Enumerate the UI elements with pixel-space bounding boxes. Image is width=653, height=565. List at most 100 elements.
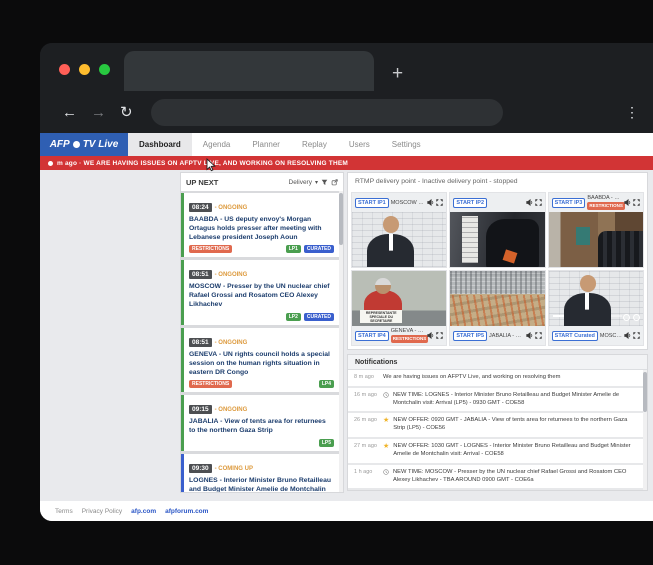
close-window-button[interactable] [59, 64, 70, 75]
star-icon: ★ [383, 443, 389, 450]
notification-text: NEW TIME: MOSCOW - Presser by the UN nuc… [393, 469, 637, 485]
notifications-scrollbar[interactable] [643, 370, 647, 490]
video-tile-ip4: START IP4 GENEVA - UN rights cou... REST… [351, 270, 447, 346]
fullscreen-icon[interactable] [535, 332, 542, 339]
alert-banner-text: m ago · WE ARE HAVING ISSUES ON AFPTV LI… [57, 160, 348, 167]
forward-icon[interactable]: → [91, 105, 106, 120]
privacy-policy-link[interactable]: Privacy Policy [82, 508, 122, 515]
video-thumbnail-moscow[interactable] [352, 212, 446, 267]
maximize-window-button[interactable] [99, 64, 110, 75]
afptv-app: AFP TV Live Dashboard Agenda Planner Rep… [40, 133, 653, 521]
audio-icon[interactable] [624, 199, 631, 206]
audio-icon[interactable] [624, 332, 631, 339]
filter-icon[interactable] [321, 179, 328, 186]
video-fullscreen-icon[interactable] [633, 314, 640, 321]
browser-menu-icon[interactable]: ⋮ [625, 104, 639, 121]
start-ip5-button[interactable]: START IP5 [453, 331, 487, 341]
external-link-icon[interactable] [331, 179, 338, 186]
curated-badge: CURATED [304, 245, 334, 253]
start-ip2-button[interactable]: START IP2 [453, 198, 487, 208]
lp-badge: LP4 [319, 380, 334, 388]
video-thumbnail-baabda[interactable] [549, 212, 643, 267]
notification-time: 27 m ago [354, 443, 379, 449]
scrollbar-thumb[interactable] [643, 372, 647, 412]
new-tab-button[interactable]: + [392, 64, 403, 83]
video-thumbnail-geneva[interactable]: REPRESENTANTE SPECIALE DU SECRETAIRE GEN… [352, 271, 446, 326]
audio-icon[interactable] [427, 199, 434, 206]
delivery-dropdown[interactable]: Delivery [289, 179, 312, 186]
audio-icon[interactable] [526, 332, 533, 339]
notification-item[interactable]: 1 h ago NEW TIME: MOSCOW - Presser by th… [348, 465, 643, 489]
tab-dashboard[interactable]: Dashboard [128, 133, 192, 156]
up-next-scrollbar[interactable] [339, 191, 343, 492]
event-item-geneva[interactable]: 08:51- ONGOING GENEVA - UN rights counci… [181, 328, 339, 392]
event-time: 08:51 [189, 270, 212, 279]
event-title: BAABDA - US deputy envoy's Morgan Ortagu… [189, 216, 334, 242]
speaker-nameplate: REPRESENTANTE SPECIALE DU SECRETAIRE GEN… [360, 310, 402, 323]
audio-icon[interactable] [427, 332, 434, 339]
tab-users[interactable]: Users [338, 133, 381, 156]
terms-link[interactable]: Terms [55, 508, 73, 515]
notification-item[interactable]: 26 m ago ★ NEW OFFER: 0920 GMT - JABALIA… [348, 413, 643, 437]
video-progress-bar[interactable] [553, 315, 622, 317]
tab-agenda[interactable]: Agenda [192, 133, 242, 156]
fullscreen-icon[interactable] [535, 199, 542, 206]
event-item-baabda[interactable]: 08:24- ONGOING BAABDA - US deputy envoy'… [181, 193, 339, 257]
reload-icon[interactable]: ↻ [120, 105, 133, 120]
notification-item[interactable]: 27 m ago ★ NEW OFFER: 1030 GMT - LOGNES … [348, 439, 643, 463]
notification-item[interactable]: 16 m ago NEW TIME: LOGNES - Interior Min… [348, 388, 643, 412]
start-ip3-button[interactable]: START IP3 [552, 198, 586, 208]
fullscreen-icon[interactable] [436, 199, 443, 206]
address-bar[interactable] [151, 99, 503, 126]
event-title: LOGNES - Interior Minister Bruno Retaill… [189, 477, 334, 492]
notifications-list: 8 m ago We are having issues on AFPTV Li… [348, 370, 643, 490]
fullscreen-icon[interactable] [633, 332, 640, 339]
video-thumbnail-garage[interactable] [450, 212, 544, 267]
afp-com-link[interactable]: afp.com [131, 508, 156, 515]
minimize-window-button[interactable] [79, 64, 90, 75]
clock-icon [383, 392, 389, 398]
video-settings-icon[interactable] [623, 314, 630, 321]
scrollbar-thumb[interactable] [339, 193, 343, 245]
notification-text: NEW TIME: LOGNES - Interior Minister Bru… [393, 392, 637, 408]
restrictions-badge: RESTRICTIONS [189, 245, 232, 253]
fullscreen-icon[interactable] [436, 332, 443, 339]
event-item-lognes[interactable]: 09:30- COMING UP LOGNES - Interior Minis… [181, 454, 339, 492]
browser-toolbar: ← → ↻ ⋮ [40, 91, 653, 133]
start-ip1-button[interactable]: START IP1 [355, 198, 389, 208]
event-status: - ONGOING [215, 407, 248, 413]
browser-tab[interactable] [124, 51, 374, 91]
curated-badge: CURATED [304, 313, 334, 321]
video-tile-ip1: START IP1 MOSCOW - Presser by t... [351, 192, 447, 268]
tile-title: BAABDA - US deputy en... [587, 195, 622, 201]
event-status: - COMING UP [215, 466, 253, 472]
start-ip4-button[interactable]: START IP4 [355, 331, 389, 341]
up-next-title: UP NEXT [186, 178, 218, 187]
back-icon[interactable]: ← [62, 105, 77, 120]
event-item-moscow[interactable]: 08:51- ONGOING MOSCOW - Presser by the U… [181, 260, 339, 324]
video-tile-curated: START Curated MOSCOW - Pres... [548, 270, 644, 346]
tab-planner[interactable]: Planner [241, 133, 291, 156]
afp-tv-live-logo[interactable]: AFP TV Live [40, 133, 128, 156]
star-icon: ★ [383, 417, 389, 424]
alert-banner: m ago · WE ARE HAVING ISSUES ON AFPTV LI… [40, 156, 653, 170]
logo-dot-icon [73, 141, 80, 148]
start-curated-button[interactable]: START Curated [552, 331, 598, 341]
video-thumbnail-moscow-curated[interactable] [549, 271, 643, 326]
notification-item[interactable]: 8 m ago We are having issues on AFPTV Li… [348, 370, 643, 386]
tab-settings[interactable]: Settings [381, 133, 432, 156]
afpforum-com-link[interactable]: afpforum.com [165, 508, 208, 515]
up-next-list: 08:24- ONGOING BAABDA - US deputy envoy'… [181, 191, 339, 492]
notification-time: 16 m ago [354, 392, 379, 398]
lp-badge: LP1 [286, 245, 301, 253]
restrictions-badge: RESTRICTIONS [189, 380, 232, 388]
event-title: JABALIA - View of tents area for returne… [189, 418, 334, 436]
event-item-jabalia[interactable]: 09:15- ONGOING JABALIA - View of tents a… [181, 395, 339, 451]
fullscreen-icon[interactable] [633, 199, 640, 206]
event-status: - ONGOING [215, 272, 248, 278]
rtmp-panel-title: RTMP delivery point - Inactive delivery … [348, 173, 647, 188]
audio-icon[interactable] [526, 199, 533, 206]
video-thumbnail-jabalia[interactable] [450, 271, 544, 326]
tab-replay[interactable]: Replay [291, 133, 338, 156]
restrictions-badge: RESTRICTIONS [391, 335, 429, 342]
